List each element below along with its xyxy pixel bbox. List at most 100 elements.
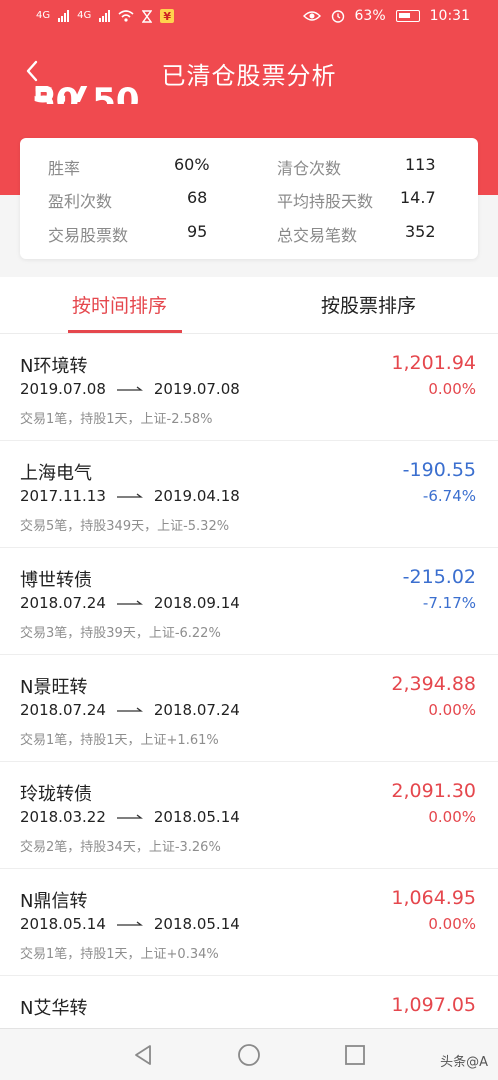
list-item[interactable]: N鼎信转 2018.05.14 2018.05.14 交易1笔，持股1天，上证+…	[0, 869, 498, 976]
holding-period: 2018.05.14 2018.05.14	[20, 915, 240, 933]
start-date: 2018.05.14	[20, 915, 106, 933]
holding-period: 2018.07.24 2018.07.24	[20, 701, 240, 719]
profit-percent: -7.17%	[422, 594, 476, 612]
holding-period: 2018.03.22 2018.05.14	[20, 808, 240, 826]
profit-percent: -6.74%	[422, 487, 476, 505]
network-label-2: 4G	[77, 10, 92, 21]
wifi-icon	[118, 10, 134, 22]
stat-label: 清仓次数	[277, 159, 342, 178]
list-item[interactable]: N艾华转 1,097.05	[0, 976, 498, 1028]
stock-name: 上海电气	[20, 463, 92, 484]
stat-win-rate: 胜率 60%	[48, 155, 210, 179]
arrow-right-icon	[116, 814, 143, 819]
profit-amount: 1,097.05	[391, 994, 476, 1016]
stat-traded-stocks: 交易股票数 95	[48, 222, 207, 246]
stat-label: 胜率	[48, 159, 81, 178]
status-bar: 4G 4G ¥ 63% 10:31	[0, 0, 498, 36]
list-item[interactable]: N景旺转 2018.07.24 2018.07.24 交易1笔，持股1天，上证+…	[0, 655, 498, 762]
profit-amount: -190.55	[402, 459, 476, 481]
active-tab-indicator	[68, 330, 182, 333]
profit-percent: 0.00%	[428, 808, 476, 826]
end-date: 2018.05.14	[153, 808, 240, 826]
trade-summary: 交易1笔，持股1天，上证+0.34%	[20, 947, 219, 962]
stat-label: 盈利次数	[48, 192, 113, 211]
signal-icon	[99, 10, 111, 22]
list-item[interactable]: 博世转债 2018.07.24 2018.09.14 交易3笔，持股39天，上证…	[0, 548, 498, 655]
profit-amount: 2,394.88	[391, 673, 476, 695]
system-nav-bar: 头条@A	[0, 1028, 498, 1080]
holding-period: 2017.11.13 2019.04.18	[20, 487, 240, 505]
end-date: 2018.09.14	[153, 594, 240, 612]
profit-amount: 1,201.94	[391, 352, 476, 374]
end-date: 2018.07.24	[153, 701, 240, 719]
stock-name: 玲珑转债	[20, 784, 92, 805]
stock-name: N鼎信转	[20, 891, 88, 912]
recents-square-icon[interactable]	[343, 1043, 367, 1067]
profit-amount: -215.02	[402, 566, 476, 588]
start-date: 2017.11.13	[20, 487, 106, 505]
list-item[interactable]: N环境转 2019.07.08 2019.07.08 交易1笔，持股1天，上证-…	[0, 334, 498, 441]
battery-percent: 63%	[354, 8, 386, 24]
total-profit-peek: 5,7 50.50	[32, 86, 192, 104]
stat-label: 交易股票数	[48, 226, 129, 245]
stats-card: 胜率 60% 清仓次数 113 盈利次数 68 平均持股天数 14.7 交易股票…	[20, 138, 478, 259]
profit-amount: 1,064.95	[391, 887, 476, 909]
holding-period: 2018.07.24 2018.09.14	[20, 594, 240, 612]
stock-name: 博世转债	[20, 570, 92, 591]
end-date: 2019.04.18	[153, 487, 240, 505]
cleared-stock-list: N环境转 2019.07.08 2019.07.08 交易1笔，持股1天，上证-…	[0, 334, 498, 1028]
stat-total-trades: 总交易笔数 352	[277, 222, 436, 246]
arrow-right-icon	[116, 921, 143, 926]
stat-value: 60%	[174, 155, 210, 174]
profit-percent: 0.00%	[428, 915, 476, 933]
stat-close-count: 清仓次数 113	[277, 155, 436, 179]
arrow-right-icon	[116, 707, 143, 712]
arrow-right-icon	[116, 386, 143, 391]
hourglass-icon	[142, 9, 153, 23]
back-triangle-icon[interactable]	[131, 1043, 155, 1067]
stat-label: 总交易笔数	[277, 226, 358, 245]
stat-value: 95	[187, 222, 208, 241]
trade-summary: 交易5笔，持股349天，上证-5.32%	[20, 519, 230, 534]
stock-name: N景旺转	[20, 677, 88, 698]
battery-icon	[395, 10, 420, 22]
stock-name: N环境转	[20, 356, 88, 377]
stock-name: N艾华转	[20, 998, 88, 1019]
stat-avg-hold-days: 平均持股天数 14.7	[277, 188, 436, 212]
start-date: 2019.07.08	[20, 380, 106, 398]
tab-sort-by-stock[interactable]: 按股票排序	[321, 291, 416, 318]
profit-amount: 2,091.30	[391, 780, 476, 802]
start-date: 2018.07.24	[20, 701, 106, 719]
list-item[interactable]: 玲珑转债 2018.03.22 2018.05.14 交易2笔，持股34天，上证…	[0, 762, 498, 869]
trade-summary: 交易1笔，持股1天，上证-2.58%	[20, 412, 213, 427]
stat-value: 68	[187, 188, 208, 207]
start-date: 2018.07.24	[20, 594, 106, 612]
holding-period: 2019.07.08 2019.07.08	[20, 380, 240, 398]
stat-label: 平均持股天数	[277, 192, 374, 211]
network-label-1: 4G	[36, 10, 51, 21]
arrow-right-icon	[116, 493, 143, 498]
end-date: 2019.07.08	[153, 380, 240, 398]
start-date: 2018.03.22	[20, 808, 106, 826]
trade-summary: 交易1笔，持股1天，上证+1.61%	[20, 733, 219, 748]
stat-value: 113	[405, 155, 436, 174]
yen-app-icon: ¥	[160, 9, 175, 23]
home-circle-icon[interactable]	[237, 1043, 261, 1067]
tab-sort-by-time[interactable]: 按时间排序	[72, 291, 167, 318]
clock-time: 10:31	[429, 8, 470, 24]
watermark: 头条@A	[440, 1055, 488, 1070]
stat-profit-count: 盈利次数 68	[48, 188, 207, 212]
profit-percent: 0.00%	[428, 701, 476, 719]
trade-summary: 交易3笔，持股39天，上证-6.22%	[20, 626, 221, 641]
arrow-right-icon	[116, 600, 143, 605]
sort-tabs: 按时间排序 按股票排序	[0, 277, 498, 334]
eye-icon	[302, 11, 321, 21]
trade-summary: 交易2笔，持股34天，上证-3.26%	[20, 840, 221, 855]
stat-value: 352	[405, 222, 436, 241]
profit-percent: 0.00%	[428, 380, 476, 398]
end-date: 2018.05.14	[153, 915, 240, 933]
stat-value: 14.7	[400, 188, 436, 207]
signal-icon	[58, 10, 70, 22]
alarm-icon	[331, 10, 344, 23]
list-item[interactable]: 上海电气 2017.11.13 2019.04.18 交易5笔，持股349天，上…	[0, 441, 498, 548]
